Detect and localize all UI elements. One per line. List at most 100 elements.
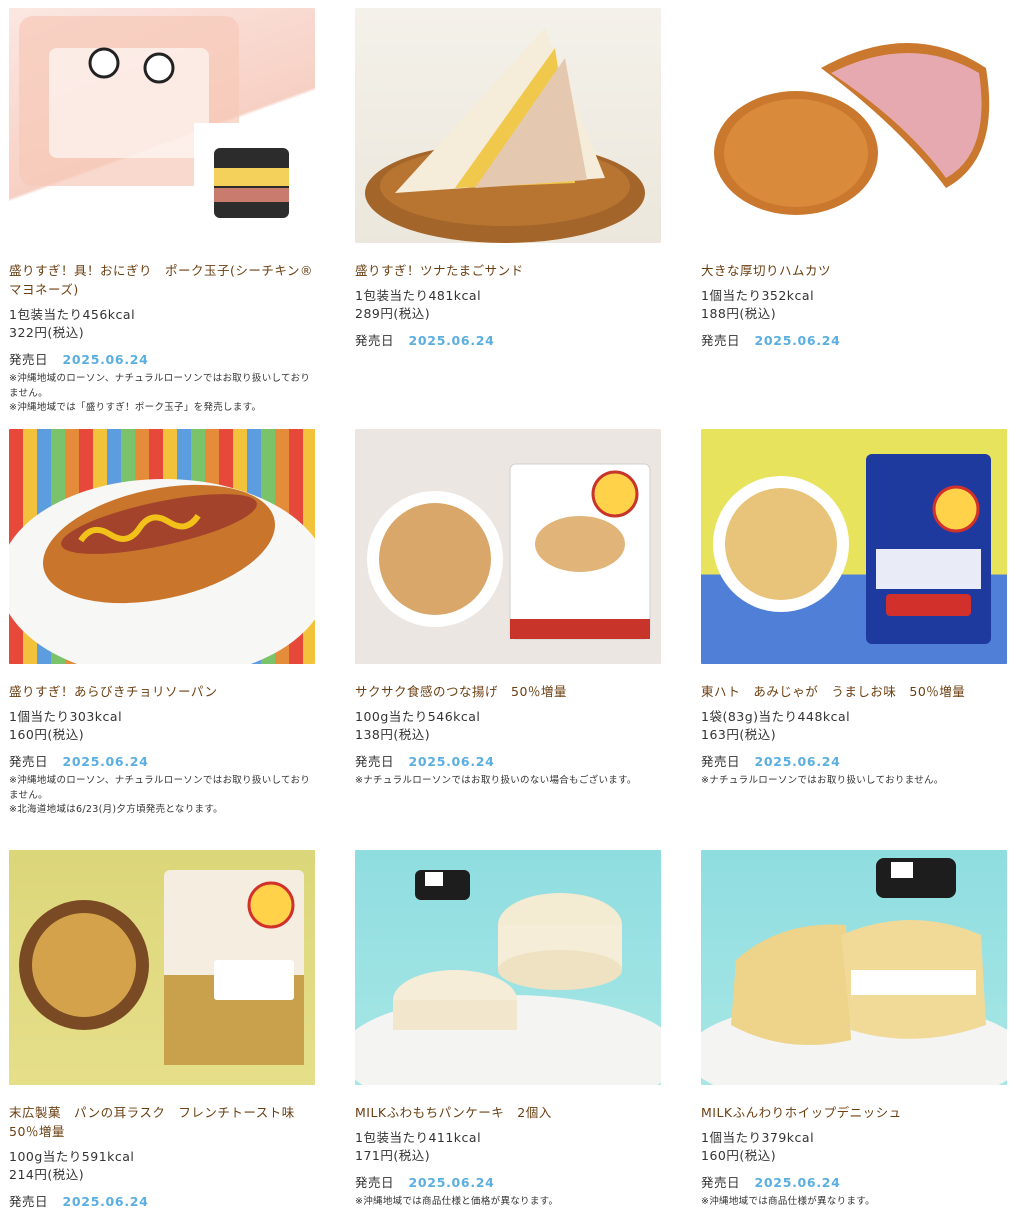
calorie-text: 1個当たり303kcal: [9, 709, 123, 724]
product-name[interactable]: MILKふんわりホイップデニッシュ: [701, 1103, 1007, 1122]
product-grid: 盛りすぎ！具！おにぎり ポーク玉子(シーチキン®マヨネーズ) 1包装当たり456…: [0, 0, 1017, 1229]
product-spec: 100g当たり546kcal 138円(税込): [355, 708, 661, 744]
product-card[interactable]: MILKふんわりホイップデニッシュ 1個当たり379kcal 160円(税込) …: [701, 850, 1007, 1210]
price-text: 322円(税込): [9, 325, 85, 340]
product-spec: 1袋(83g)当たり448kcal 163円(税込): [701, 708, 1007, 744]
ham-cutlet-image[interactable]: [701, 8, 1007, 243]
product-notes: ※沖縄地域では商品仕様と価格が異なります。: [355, 1195, 661, 1210]
release-row: 発売日 2025.06.24: [355, 753, 661, 771]
product-spec: 1個当たり379kcal 160円(税込): [701, 1129, 1007, 1165]
note-text: ※沖縄地域のローソン、ナチュラルローソンではお取り扱いしておりません。: [9, 775, 311, 801]
price-text: 138円(税込): [355, 727, 431, 742]
product-notes: ※沖縄地域のローソン、ナチュラルローソンではお取り扱いしておりません。 ※北海道…: [9, 774, 315, 818]
product-name[interactable]: 盛りすぎ！ツナたまごサンド: [355, 261, 661, 280]
product-spec: 1包装当たり456kcal 322円(税込): [9, 306, 315, 342]
sandwich-image[interactable]: [355, 8, 661, 243]
release-date: 2025.06.24: [62, 754, 149, 769]
rusk-image-drawing: [19, 870, 304, 1065]
release-label: 発売日: [701, 333, 741, 348]
release-date: 2025.06.24: [754, 754, 841, 769]
product-spec: 100g当たり591kcal 214円(税込): [9, 1148, 315, 1184]
product-name[interactable]: サクサク食感のつな揚げ 50％増量: [355, 682, 661, 701]
release-date: 2025.06.24: [408, 1175, 495, 1190]
product-notes: ※ナチュラルローソンではお取り扱いのない場合もございます。: [355, 774, 661, 789]
note-text: ※沖縄地域のローソン、ナチュラルローソンではお取り扱いしておりません。: [9, 373, 311, 399]
release-date: 2025.06.24: [754, 333, 841, 348]
release-label: 発売日: [355, 754, 395, 769]
note-text: ※沖縄地域では「盛りすぎ！ポーク玉子」を発売します。: [9, 402, 262, 413]
danish-image-drawing: [701, 858, 1007, 1085]
amijaga-image-drawing: [713, 454, 991, 644]
product-card[interactable]: 盛りすぎ！あらびきチョリソーパン 1個当たり303kcal 160円(税込) 発…: [9, 429, 315, 818]
note-text: ※北海道地域は6/23(月)夕方頃発売となります。: [9, 804, 223, 815]
price-text: 289円(税込): [355, 306, 431, 321]
product-notes: ※沖縄地域のローソン、ナチュラルローソンではお取り扱いしておりません。 ※沖縄地…: [9, 372, 315, 416]
release-label: 発売日: [701, 1175, 741, 1190]
release-row: 発売日 2025.06.24: [9, 1193, 315, 1211]
product-card[interactable]: 盛りすぎ！具！おにぎり ポーク玉子(シーチキン®マヨネーズ) 1包装当たり456…: [9, 8, 315, 416]
calorie-text: 1個当たり352kcal: [701, 288, 815, 303]
product-card[interactable]: 盛りすぎ！ツナたまごサンド 1包装当たり481kcal 289円(税込) 発売日…: [355, 8, 661, 350]
onigiri-image[interactable]: [9, 8, 315, 243]
release-date: 2025.06.24: [754, 1175, 841, 1190]
amijaga-image[interactable]: [701, 429, 1007, 664]
release-row: 発売日 2025.06.24: [701, 1174, 1007, 1192]
release-label: 発売日: [9, 754, 49, 769]
note-text: ※ナチュラルローソンではお取り扱いのない場合もございます。: [355, 775, 637, 786]
calorie-text: 1個当たり379kcal: [701, 1130, 815, 1145]
release-label: 発売日: [701, 754, 741, 769]
calorie-text: 1袋(83g)当たり448kcal: [701, 709, 851, 724]
product-name[interactable]: 末広製菓 パンの耳ラスク フレンチトースト味 50％増量: [9, 1103, 315, 1141]
product-name[interactable]: MILKふわもちパンケーキ 2個入: [355, 1103, 661, 1122]
calorie-text: 100g当たり546kcal: [355, 709, 481, 724]
note-text: ※ナチュラルローソンではお取り扱いしておりません。: [701, 775, 944, 786]
product-spec: 1個当たり352kcal 188円(税込): [701, 287, 1007, 323]
danish-image[interactable]: [701, 850, 1007, 1085]
price-text: 214円(税込): [9, 1167, 85, 1182]
product-spec: 1包装当たり481kcal 289円(税込): [355, 287, 661, 323]
price-text: 163円(税込): [701, 727, 777, 742]
calorie-text: 1包装当たり456kcal: [9, 307, 136, 322]
release-row: 発売日 2025.06.24: [701, 332, 1007, 350]
product-card[interactable]: サクサク食感のつな揚げ 50％増量 100g当たり546kcal 138円(税込…: [355, 429, 661, 789]
chorizo-bread-image[interactable]: [9, 429, 315, 664]
product-card[interactable]: MILKふわもちパンケーキ 2個入 1包装当たり411kcal 171円(税込)…: [355, 850, 661, 1210]
price-text: 171円(税込): [355, 1148, 431, 1163]
chorizo-bread-image-drawing: [9, 479, 315, 664]
snack-bag-image[interactable]: [355, 429, 661, 664]
product-spec: 1包装当たり411kcal 171円(税込): [355, 1129, 661, 1165]
sandwich-image-drawing: [365, 28, 645, 243]
product-name[interactable]: 盛りすぎ！あらびきチョリソーパン: [9, 682, 315, 701]
pancake-image-drawing: [355, 870, 661, 1085]
price-text: 160円(税込): [701, 1148, 777, 1163]
product-name[interactable]: 大きな厚切りハムカツ: [701, 261, 1007, 280]
product-card[interactable]: 大きな厚切りハムカツ 1個当たり352kcal 188円(税込) 発売日 202…: [701, 8, 1007, 350]
product-card[interactable]: 東ハト あみじゃが うましお味 50％増量 1袋(83g)当たり448kcal …: [701, 429, 1007, 789]
price-text: 160円(税込): [9, 727, 85, 742]
release-date: 2025.06.24: [62, 1194, 149, 1209]
product-name[interactable]: 東ハト あみじゃが うましお味 50％増量: [701, 682, 1007, 701]
release-row: 発売日 2025.06.24: [355, 332, 661, 350]
note-text: ※沖縄地域では商品仕様が異なります。: [701, 1196, 875, 1207]
onigiri-image-drawing: [19, 16, 314, 241]
calorie-text: 1包装当たり411kcal: [355, 1130, 482, 1145]
release-date: 2025.06.24: [408, 754, 495, 769]
calorie-text: 100g当たり591kcal: [9, 1149, 135, 1164]
release-date: 2025.06.24: [62, 352, 149, 367]
release-row: 発売日 2025.06.24: [9, 351, 315, 369]
release-row: 発売日 2025.06.24: [9, 753, 315, 771]
product-card[interactable]: 末広製菓 パンの耳ラスク フレンチトースト味 50％増量 100g当たり591k…: [9, 850, 315, 1211]
release-row: 発売日 2025.06.24: [701, 753, 1007, 771]
ham-cutlet-image-drawing: [714, 43, 990, 215]
pancake-image[interactable]: [355, 850, 661, 1085]
product-name[interactable]: 盛りすぎ！具！おにぎり ポーク玉子(シーチキン®マヨネーズ): [9, 261, 315, 299]
snack-bag-image-drawing: [367, 463, 651, 640]
release-date: 2025.06.24: [408, 333, 495, 348]
product-spec: 1個当たり303kcal 160円(税込): [9, 708, 315, 744]
release-label: 発売日: [9, 352, 49, 367]
rusk-image[interactable]: [9, 850, 315, 1085]
product-notes: ※ナチュラルローソンではお取り扱いしておりません。: [701, 774, 1007, 789]
release-label: 発売日: [355, 333, 395, 348]
note-text: ※沖縄地域では商品仕様と価格が異なります。: [355, 1196, 559, 1207]
price-text: 188円(税込): [701, 306, 777, 321]
